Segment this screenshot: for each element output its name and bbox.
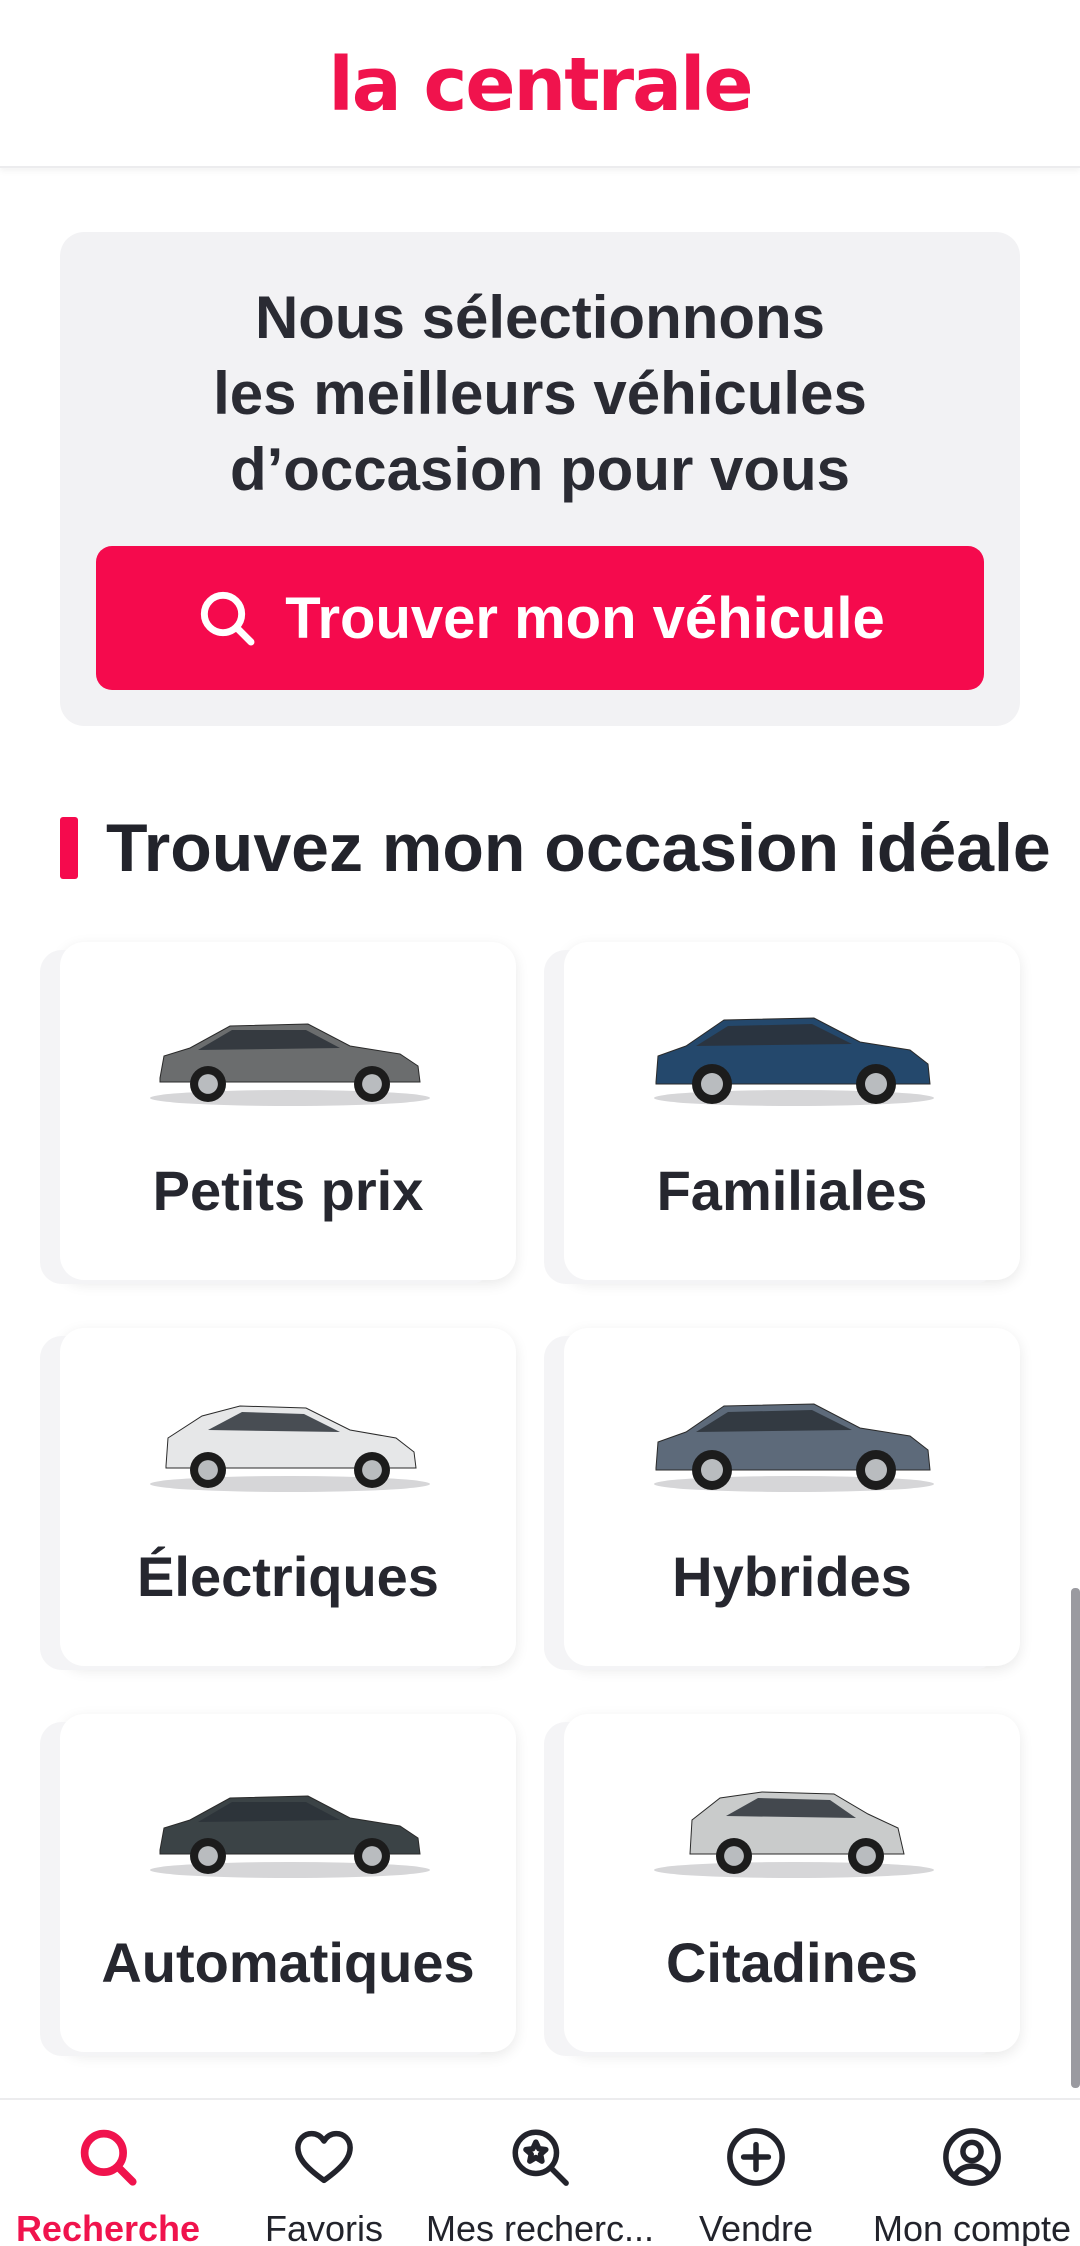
category-card-petits-prix[interactable]: Petits prix	[60, 942, 516, 1280]
car-rim	[865, 1459, 887, 1481]
tab-label: Favoris	[264, 2208, 384, 2246]
car-shadow	[654, 1862, 934, 1878]
tab-mon-compte[interactable]: Mon compte	[864, 2100, 1080, 2246]
hero-title-line: d’occasion pour vous	[229, 436, 851, 503]
search-icon	[80, 2129, 137, 2186]
car-rim	[701, 1459, 723, 1481]
category-label: Familiales	[656, 1159, 928, 1222]
hero-title-line: les meilleurs véhicules	[213, 360, 867, 427]
plus-circle-icon	[727, 2128, 785, 2186]
search-icon	[201, 591, 255, 646]
tab-recherche[interactable]: Recherche	[0, 2100, 216, 2246]
car-shadow	[150, 1090, 430, 1106]
car-rim	[724, 1846, 744, 1866]
car-image	[150, 1795, 430, 1878]
category-card-automatiques[interactable]: Automatiques	[60, 1714, 516, 2052]
car-rim	[198, 1074, 218, 1094]
scrollbar[interactable]	[1071, 1588, 1080, 2088]
bottom-tab-bar: Recherche Favoris Mes recherc... Vendre …	[0, 2098, 1080, 2246]
app-header: la centrale	[0, 0, 1080, 168]
category-label: Automatiques	[101, 1931, 475, 1994]
tab-label: Mon compte	[872, 2208, 1072, 2246]
car-shadow	[150, 1476, 430, 1492]
la-centrale-logo[interactable]: la centrale	[0, 42, 1080, 128]
find-vehicle-label: Trouver mon véhicule	[285, 585, 885, 651]
car-image	[654, 1017, 934, 1106]
section-accent-bar	[60, 817, 78, 879]
section-title: Trouvez mon occasion idéale	[106, 810, 1051, 886]
car-rim	[701, 1073, 723, 1095]
tab-vendre[interactable]: Vendre	[648, 2100, 864, 2246]
car-image	[150, 1023, 430, 1106]
tab-favoris[interactable]: Favoris	[216, 2100, 432, 2246]
category-card-electriques[interactable]: Électriques	[60, 1328, 516, 1666]
car-image	[654, 1791, 934, 1878]
car-image	[150, 1405, 430, 1492]
tab-label: Mes recherc...	[425, 2208, 655, 2246]
category-card-hybrides[interactable]: Hybrides	[564, 1328, 1020, 1666]
car-rim	[362, 1460, 382, 1480]
category-label: Citadines	[665, 1931, 919, 1994]
saved-search-icon	[512, 2129, 569, 2186]
car-rim	[362, 1074, 382, 1094]
category-card-familiales[interactable]: Familiales	[564, 942, 1020, 1280]
car-rim	[865, 1073, 887, 1095]
category-label: Petits prix	[152, 1159, 424, 1222]
car-image	[654, 1403, 934, 1492]
heart-icon	[295, 2130, 353, 2184]
car-rim	[362, 1846, 382, 1866]
hero-banner: Nous sélectionnons les meilleurs véhicul…	[60, 232, 1020, 726]
section-heading: Trouvez mon occasion idéale	[60, 808, 1051, 888]
category-label: Électriques	[137, 1545, 439, 1608]
car-rim	[198, 1460, 218, 1480]
car-shadow	[150, 1862, 430, 1878]
hero-title-line: Nous sélectionnons	[254, 284, 826, 351]
find-vehicle-button[interactable]: Trouver mon véhicule	[96, 546, 984, 690]
car-rim	[198, 1846, 218, 1866]
car-rim	[856, 1846, 876, 1866]
tab-label: Vendre	[698, 2208, 814, 2246]
hero-title: Nous sélectionnons les meilleurs véhicul…	[60, 280, 1020, 508]
category-label: Hybrides	[672, 1545, 912, 1608]
tab-mes-recherches[interactable]: Mes recherc...	[426, 2100, 654, 2246]
tab-label: Recherche	[15, 2208, 201, 2246]
category-card-citadines[interactable]: Citadines	[564, 1714, 1020, 2052]
user-circle-icon	[943, 2128, 1001, 2186]
